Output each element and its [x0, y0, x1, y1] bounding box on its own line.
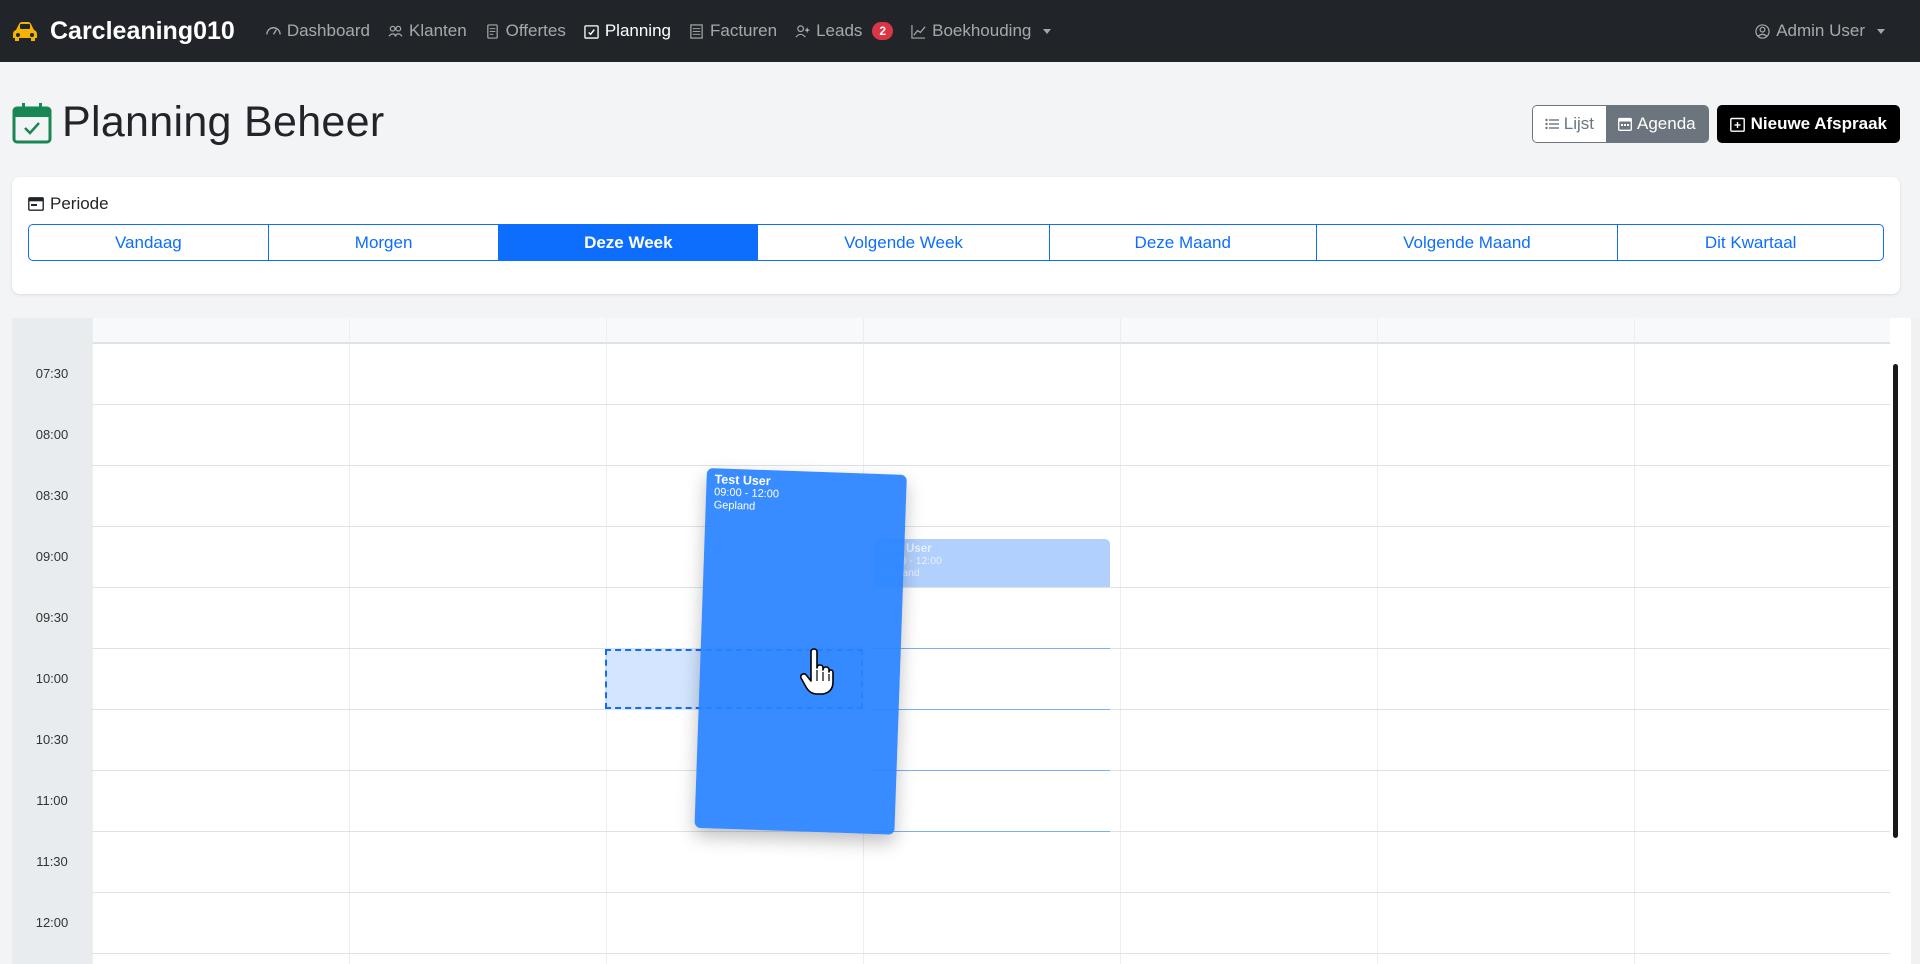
time-slot-label: 11:00	[36, 793, 68, 808]
calendar-icon	[1618, 117, 1632, 131]
view-list-label: Lijst	[1563, 114, 1594, 133]
time-slot-label: 11:30	[36, 854, 68, 869]
ghost-slot-line	[874, 709, 1110, 710]
time-slot-label: 10:00	[35, 671, 69, 686]
speedometer-icon	[266, 26, 281, 35]
time-slot-label: 07:30	[35, 366, 69, 381]
people-icon	[388, 25, 403, 37]
calendar-range-icon	[28, 197, 44, 211]
time-slot-label: 08:30	[35, 488, 69, 503]
nav-klanten-label: Klanten	[409, 21, 467, 40]
page-title: Planning Beheer	[62, 98, 385, 146]
hand-pointer-icon	[800, 648, 834, 695]
view-agenda-label: Agenda	[1637, 114, 1696, 133]
nav-klanten[interactable]: Klanten	[379, 0, 476, 62]
new-appointment-label: Nieuwe Afspraak	[1750, 114, 1887, 133]
calendar-check-icon	[12, 102, 52, 143]
period-tab-dit-kwartaal[interactable]: Dit Kwartaal	[1618, 225, 1883, 260]
calendar-check-icon	[584, 24, 599, 39]
nav-planning[interactable]: Planning	[575, 0, 680, 62]
nav-boekhouding-label: Boekhouding	[932, 21, 1032, 40]
view-toggle: Lijst Agenda	[1531, 105, 1709, 143]
ghost-slot-line	[874, 770, 1110, 771]
period-label: Periode	[50, 194, 109, 213]
view-list-button[interactable]: Lijst	[1532, 106, 1606, 142]
brand-name: Carcleaning010	[50, 16, 235, 45]
car-icon	[13, 22, 37, 41]
period-tab-morgen[interactable]: Morgen	[269, 225, 500, 260]
nav-leads[interactable]: Leads 2	[786, 0, 902, 62]
ghost-slot-line	[874, 648, 1110, 649]
ghost-slot-line	[874, 831, 1110, 832]
calendar-plus-icon	[1729, 117, 1745, 132]
nav-offertes-label: Offertes	[505, 21, 566, 40]
period-card: Periode Vandaag Morgen Deze Week Volgend…	[12, 177, 1900, 294]
receipt-icon	[690, 23, 703, 39]
view-agenda-button[interactable]: Agenda	[1606, 106, 1708, 142]
chevron-down-icon	[1043, 28, 1052, 34]
time-slot-label: 12:00	[35, 915, 69, 930]
header-actions: Lijst Agenda Nieuwe Afspraak	[1531, 105, 1900, 143]
new-appointment-button[interactable]: Nieuwe Afspraak	[1716, 105, 1900, 143]
nav-offertes[interactable]: Offertes	[476, 0, 575, 62]
user-name: Admin User	[1776, 21, 1865, 40]
nav-boekhouding[interactable]: Boekhouding	[902, 0, 1060, 62]
period-tab-volgende-week[interactable]: Volgende Week	[758, 225, 1050, 260]
leads-count-badge: 2	[872, 22, 894, 40]
person-plus-icon	[795, 24, 810, 38]
period-tab-volgende-maand[interactable]: Volgende Maand	[1317, 225, 1619, 260]
period-tab-deze-week[interactable]: Deze Week	[499, 225, 759, 260]
user-menu[interactable]: Admin User	[1746, 0, 1894, 62]
day-header-row	[92, 318, 1892, 343]
calendar-scrollbar[interactable]	[1893, 364, 1898, 838]
period-heading: Periode	[28, 194, 109, 214]
time-slot-label: 09:00	[35, 549, 69, 564]
ghost-event-status: Gepland	[880, 567, 1104, 579]
brand[interactable]: Carcleaning010	[12, 17, 235, 46]
nav-dashboard[interactable]: Dashboard	[257, 0, 379, 62]
period-tab-vandaag[interactable]: Vandaag	[29, 225, 269, 260]
time-slot-label: 09:30	[35, 610, 69, 625]
graph-icon	[911, 24, 926, 39]
time-slot-label: 08:00	[35, 427, 69, 442]
time-slot-label: 10:30	[35, 732, 69, 747]
top-navbar: Carcleaning010 Dashboard Klanten Offerte…	[0, 0, 1920, 62]
nav-planning-label: Planning	[604, 21, 671, 40]
period-tabs: Vandaag Morgen Deze Week Volgende Week D…	[28, 224, 1884, 261]
page-scrollbar[interactable]	[1911, 318, 1920, 964]
event-original-placeholder: Test User 09:00 - 12:00 Gepland	[874, 539, 1110, 587]
period-tab-deze-maand[interactable]: Deze Maand	[1050, 225, 1317, 260]
nav-facturen-label: Facturen	[710, 21, 778, 40]
page-header: Planning Beheer	[12, 98, 384, 147]
user-circle-icon	[1755, 23, 1770, 39]
document-icon	[486, 23, 498, 39]
agenda-week-grid[interactable]: 07:30 08:00 08:30 09:00 09:30 10:00 10:3…	[12, 318, 1892, 964]
nav-facturen[interactable]: Facturen	[680, 0, 786, 62]
chevron-down-icon	[1877, 28, 1885, 34]
nav-dashboard-label: Dashboard	[286, 21, 370, 40]
nav-leads-label: Leads	[816, 21, 863, 40]
list-icon	[1545, 118, 1559, 130]
ghost-event-time: 09:00 - 12:00	[880, 555, 942, 567]
